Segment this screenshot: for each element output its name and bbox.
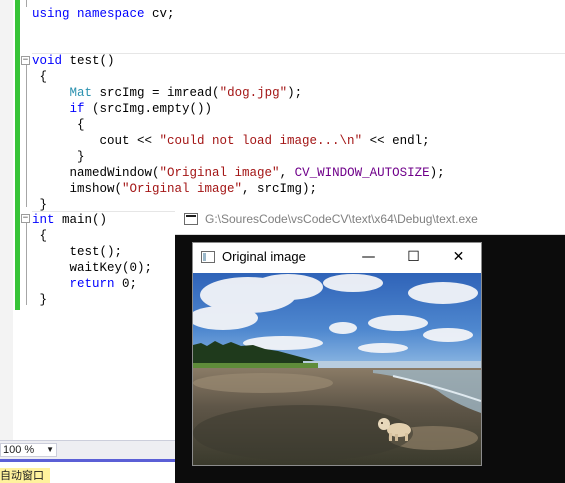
code-token: test();	[32, 245, 123, 259]
autos-panel-title[interactable]: 自动窗口	[0, 468, 50, 483]
minimize-button[interactable]: —	[346, 243, 391, 271]
console-title-bar[interactable]: G:\SouresCode\vsCodeCV\text\x64\Debug\te…	[175, 205, 565, 235]
console-app-icon	[184, 213, 198, 225]
code-line[interactable]: namedWindow("Original image", CV_WINDOW_…	[32, 165, 445, 181]
collapse-test-function-icon[interactable]: −	[21, 56, 30, 65]
code-token: CV_WINDOW_AUTOSIZE	[294, 166, 430, 180]
editor-margin	[0, 0, 13, 440]
code-line[interactable]: {	[32, 228, 48, 244]
code-line[interactable]: void test()	[32, 53, 115, 69]
image-window[interactable]: Original image — ☐ ✕	[192, 242, 482, 466]
code-token: }	[32, 150, 85, 164]
image-window-app-icon	[201, 251, 215, 263]
code-line[interactable]: Mat srcImg = imread("dog.jpg");	[32, 85, 303, 101]
maximize-icon: ☐	[407, 249, 420, 265]
code-line[interactable]: }	[32, 292, 48, 308]
outline-line	[26, 65, 27, 207]
code-token: test()	[62, 54, 115, 68]
code-token: waitKey(0);	[32, 261, 153, 275]
dog-photo	[193, 273, 481, 465]
maximize-button[interactable]: ☐	[391, 243, 436, 271]
code-line[interactable]: int main()	[32, 212, 107, 228]
code-token: "dog.jpg"	[219, 86, 288, 100]
zoom-dropdown[interactable]: 100 % ▼	[0, 443, 57, 457]
outline-line	[26, 0, 27, 7]
console-title: G:\SouresCode\vsCodeCV\text\x64\Debug\te…	[205, 212, 478, 226]
code-token: );	[287, 86, 303, 100]
code-line[interactable]: using namespace cv;	[32, 6, 175, 22]
code-token: );	[429, 166, 445, 180]
collapse-main-function-icon[interactable]: −	[21, 214, 30, 223]
outline-line	[26, 223, 27, 305]
code-token: }	[32, 198, 48, 212]
code-line[interactable]: {	[32, 117, 85, 133]
code-token: << endl;	[362, 134, 430, 148]
code-line[interactable]: imshow("Original image", srcImg);	[32, 181, 318, 197]
code-token: namedWindow(	[32, 166, 160, 180]
code-token: return	[69, 277, 115, 291]
minimize-icon: —	[361, 249, 376, 265]
code-token: }	[32, 293, 48, 307]
code-token: if	[69, 102, 85, 116]
code-line[interactable]: }	[32, 197, 48, 213]
code-token: (srcImg.empty())	[84, 102, 213, 116]
code-token: {	[32, 229, 48, 243]
change-tracking-bar	[15, 0, 20, 310]
code-token: using	[32, 7, 70, 21]
code-line[interactable]: waitKey(0);	[32, 260, 153, 276]
code-line[interactable]: cout << "could not load image...\n" << e…	[32, 133, 430, 149]
code-token: int	[32, 213, 55, 227]
code-token: , srcImg);	[242, 182, 318, 196]
image-window-title-bar[interactable]: Original image — ☐ ✕	[193, 243, 481, 272]
close-icon: ✕	[452, 249, 465, 265]
code-token: "Original image"	[159, 166, 280, 180]
code-line[interactable]: if (srcImg.empty())	[32, 101, 213, 117]
code-token: ,	[279, 166, 295, 180]
code-line[interactable]: return 0;	[32, 276, 138, 292]
editor-status-bar: 100 % ▼	[0, 440, 175, 459]
code-token: cv;	[144, 7, 175, 21]
zoom-value: 100 %	[3, 444, 35, 456]
code-token: void	[32, 54, 63, 68]
close-button[interactable]: ✕	[436, 243, 481, 271]
code-token: {	[32, 118, 85, 132]
image-window-title: Original image	[222, 249, 306, 264]
code-token: "could not load image...\n"	[159, 134, 363, 148]
chevron-down-icon: ▼	[46, 445, 54, 454]
code-token: imshow(	[32, 182, 123, 196]
code-token: {	[32, 70, 48, 84]
code-token: "Original image"	[122, 182, 243, 196]
code-token: main()	[54, 213, 108, 227]
code-token: namespace	[77, 7, 145, 21]
code-line[interactable]: }	[32, 149, 85, 165]
code-token: Mat	[69, 86, 93, 100]
code-token: 0;	[114, 277, 138, 291]
code-token: cout <<	[32, 134, 160, 148]
code-line[interactable]: {	[32, 69, 48, 85]
code-line[interactable]: test();	[32, 244, 123, 260]
code-token: srcImg = imread(	[92, 86, 220, 100]
